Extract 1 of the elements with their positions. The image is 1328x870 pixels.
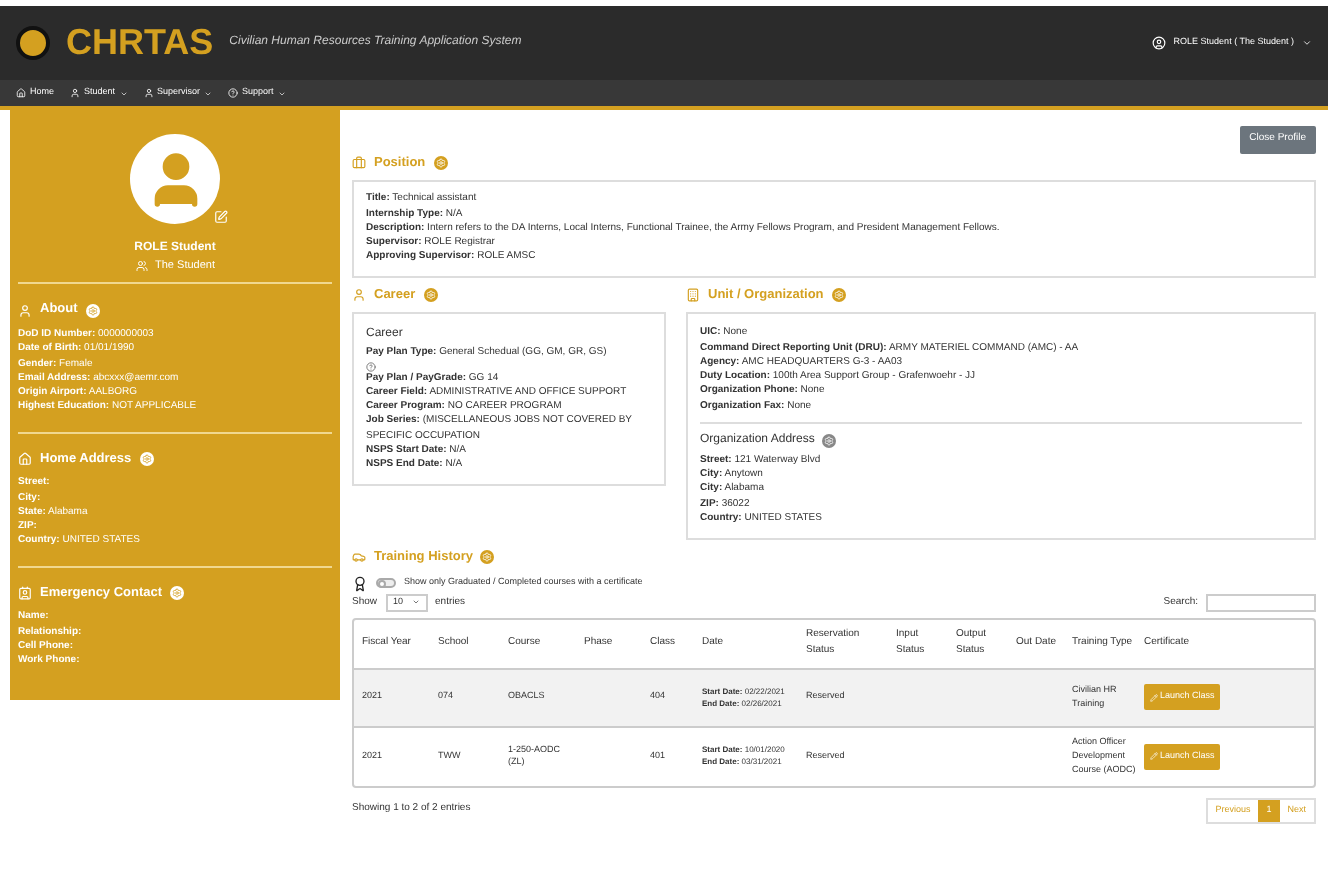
logo-text: CHRTAS [66,20,214,66]
